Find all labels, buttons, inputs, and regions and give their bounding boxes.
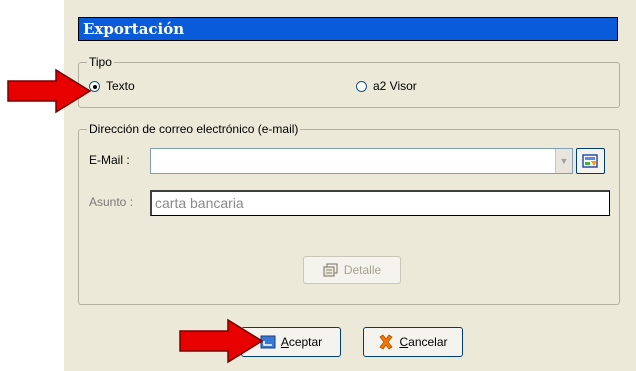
dialog-title: Exportación bbox=[83, 20, 185, 38]
email-label: E-Mail : bbox=[89, 153, 130, 167]
radio-a2visor-label: a2 Visor bbox=[373, 79, 417, 93]
email-group-legend: Dirección de correo electrónico (e-mail) bbox=[87, 122, 301, 136]
export-dialog: Exportación Tipo Texto a2 Visor Direcció… bbox=[64, 0, 636, 371]
address-book-icon bbox=[581, 153, 600, 169]
cancel-button-label: Cancelar bbox=[399, 335, 448, 349]
dropdown-arrow-icon[interactable]: ▼ bbox=[555, 149, 572, 173]
radio-a2visor[interactable]: a2 Visor bbox=[356, 79, 417, 93]
email-group: Dirección de correo electrónico (e-mail)… bbox=[78, 122, 620, 305]
arrow-pointer-icon bbox=[7, 68, 92, 114]
email-combobox[interactable]: ▼ bbox=[150, 148, 573, 174]
subject-label: Asunto : bbox=[89, 195, 134, 209]
radio-texto-label: Texto bbox=[106, 79, 135, 93]
subject-value: carta bancaria bbox=[155, 195, 244, 211]
detail-button[interactable]: Detalle bbox=[303, 256, 401, 284]
cancel-x-icon bbox=[378, 334, 394, 350]
tipo-group: Tipo Texto a2 Visor bbox=[78, 55, 620, 108]
radio-a2visor-circle[interactable] bbox=[356, 80, 367, 92]
dialog-titlebar: Exportación bbox=[78, 17, 618, 41]
cancel-button[interactable]: Cancelar bbox=[363, 327, 463, 357]
detail-icon bbox=[323, 263, 339, 277]
subject-input[interactable]: carta bancaria bbox=[150, 190, 610, 216]
arrow-pointer-icon bbox=[179, 318, 264, 364]
address-book-button[interactable] bbox=[576, 148, 605, 174]
radio-texto[interactable]: Texto bbox=[89, 79, 135, 93]
detail-button-label: Detalle bbox=[343, 263, 382, 277]
accept-button-label: Aceptar bbox=[280, 335, 323, 349]
tipo-legend: Tipo bbox=[87, 55, 114, 69]
